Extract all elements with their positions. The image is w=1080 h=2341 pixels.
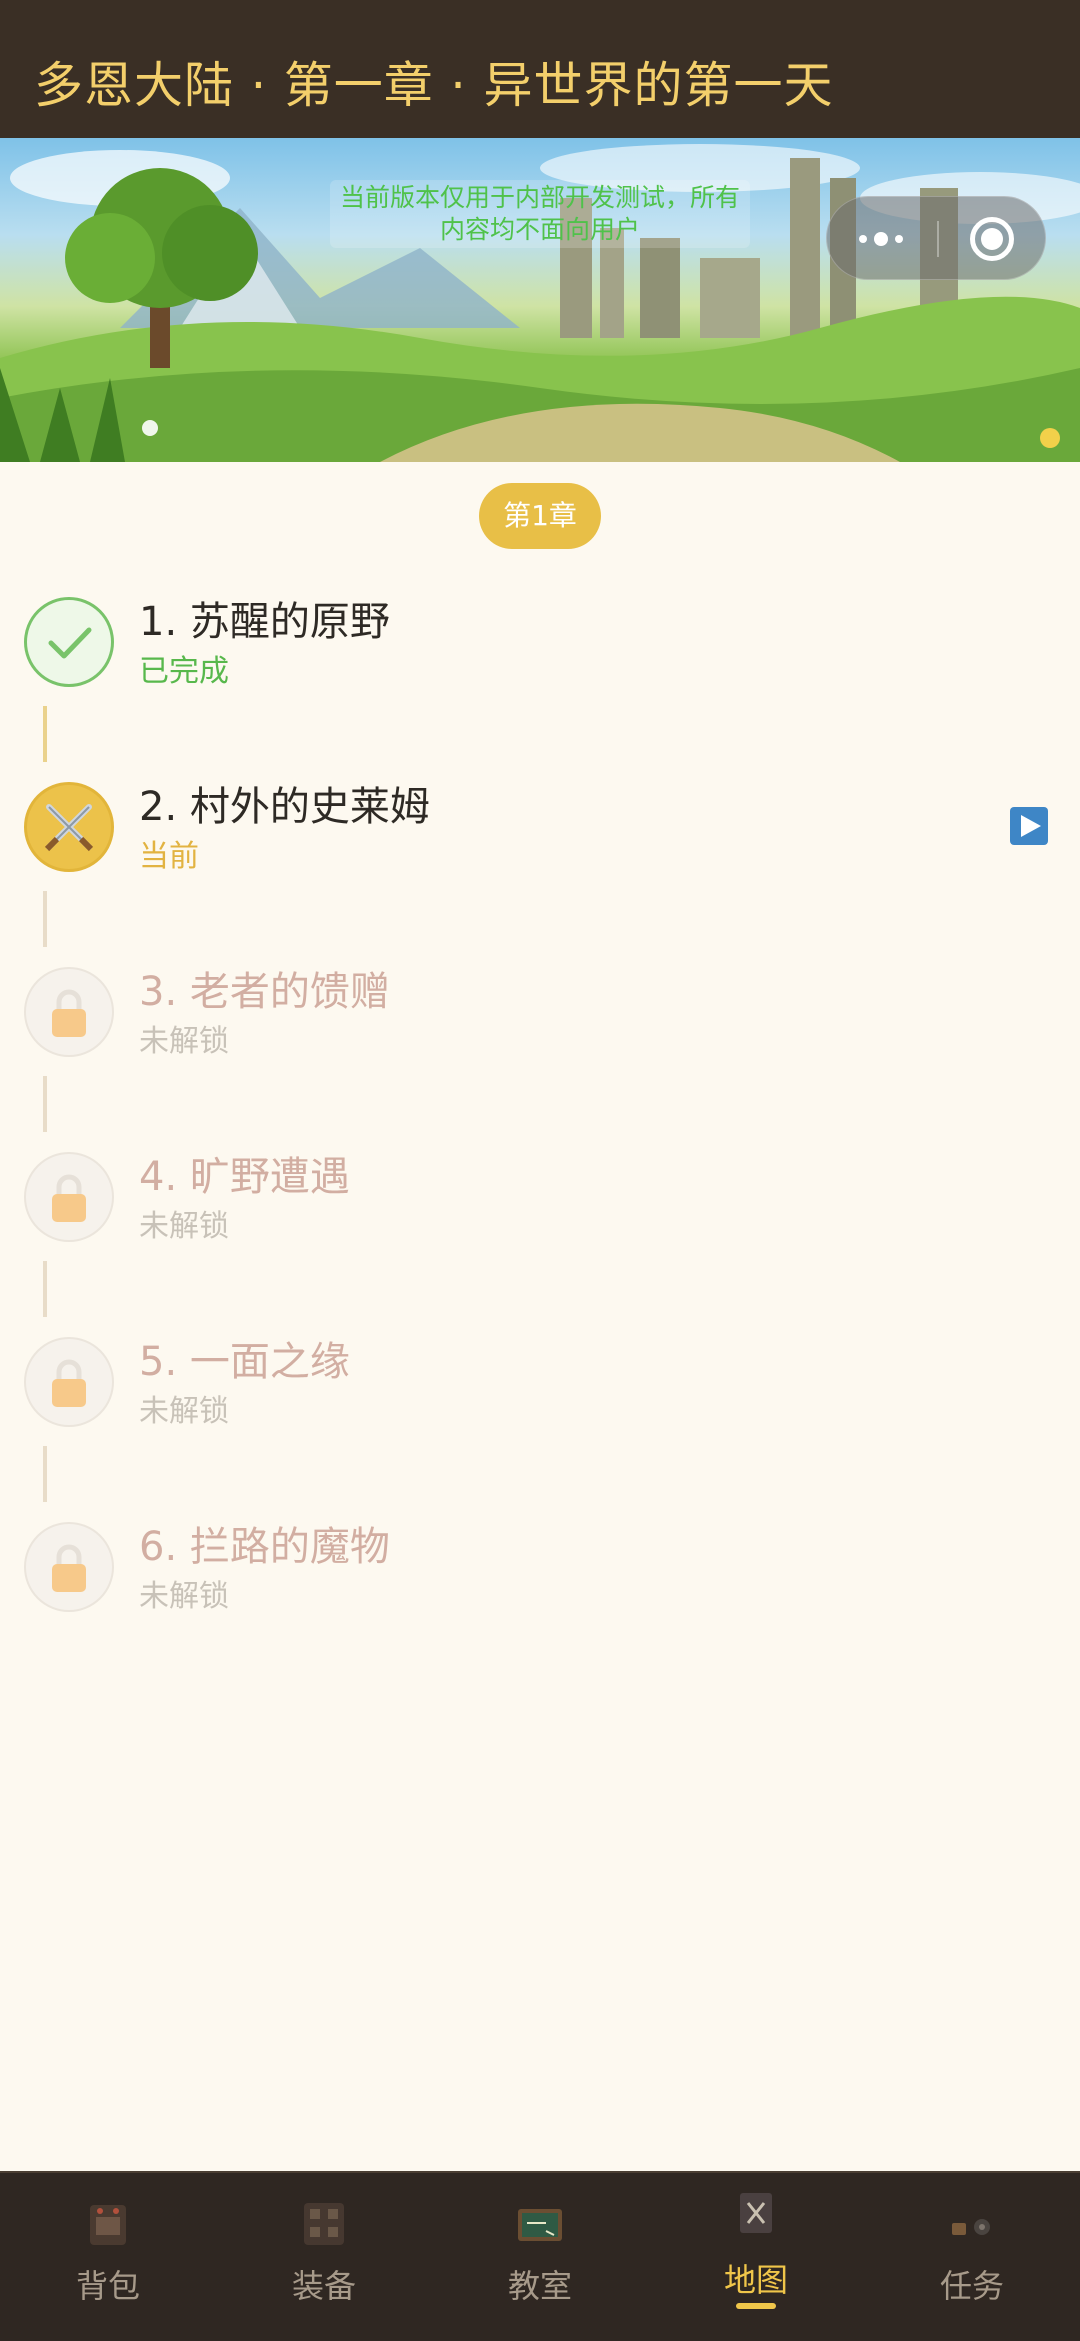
more-options-button[interactable] [827, 197, 937, 281]
chapter-banner: 当前版本仅用于内部开发测试，所有内容均不面向用户 [0, 138, 1080, 462]
backpack-icon [90, 2205, 126, 2245]
stage-title: 5. 一面之缘 [139, 1339, 350, 1385]
tab-label: 背包 [75, 2267, 140, 2305]
target-dot-icon [981, 228, 1003, 250]
equipment-icon [304, 2203, 344, 2245]
tab-equipment[interactable]: 装备 [216, 2173, 432, 2341]
stage-status-circle [24, 1337, 114, 1427]
map-page: 多恩大陆 · 第一章 · 异世界的第一天 当前版本仅用于内部开发测试，所有内容均… [0, 0, 1080, 2341]
play-triangle [1021, 815, 1041, 837]
tab-label: 地图 [723, 2261, 788, 2299]
check-icon [48, 627, 92, 659]
stage-title: 3. 老者的馈赠 [139, 969, 390, 1015]
tab-label: 任务 [939, 2267, 1004, 2305]
stage-status-circle [24, 1522, 114, 1612]
stage-item[interactable]: 4. 旷野遭遇 未解锁 [0, 1152, 1080, 1282]
stage-connector [43, 891, 47, 947]
stage-status: 未解锁 [139, 1024, 229, 1059]
stage-title: 1. 苏醒的原野 [139, 599, 390, 645]
stage-status-circle [24, 597, 114, 687]
stage-status-circle [24, 782, 114, 872]
tab-classroom[interactable]: 教室 [432, 2173, 648, 2341]
stage-item[interactable]: 1. 苏醒的原野 已完成 [0, 597, 1080, 727]
stage-status-circle [24, 1152, 114, 1242]
stage-status: 未解锁 [139, 1209, 229, 1244]
tab-backpack[interactable]: 背包 [0, 2173, 216, 2341]
close-mini-program-button[interactable] [937, 197, 1047, 281]
stage-connector [43, 706, 47, 762]
stage-status: 未解锁 [139, 1579, 229, 1614]
stage-status: 当前 [139, 839, 199, 874]
lock-icon [52, 1359, 86, 1407]
mini-program-capsule [826, 196, 1046, 280]
tab-quest[interactable]: 任务 [864, 2173, 1080, 2341]
stage-status: 已完成 [139, 654, 229, 689]
stage-status: 未解锁 [139, 1394, 229, 1429]
stage-connector [43, 1446, 47, 1502]
lock-icon [52, 1544, 86, 1592]
lock-icon [52, 989, 86, 1037]
crossed-swords-icon [44, 804, 94, 852]
chapter-badge[interactable]: 第1章 [479, 483, 601, 549]
lock-icon [52, 1174, 86, 1222]
stage-connector [43, 1076, 47, 1132]
quest-icon [952, 2219, 990, 2235]
stage-item[interactable]: 6. 拦路的魔物 未解锁 [0, 1522, 1080, 1652]
stage-title: 4. 旷野遭遇 [139, 1154, 350, 1200]
more-dot-icon [859, 235, 867, 243]
map-icon [740, 2193, 772, 2233]
stage-status-circle [24, 967, 114, 1057]
more-dot-icon [895, 235, 903, 243]
active-tab-indicator [736, 2303, 776, 2309]
chalkboard-icon [518, 2209, 562, 2241]
stage-item[interactable]: 5. 一面之缘 未解锁 [0, 1337, 1080, 1467]
stage-title: 6. 拦路的魔物 [139, 1524, 390, 1570]
more-dot-icon [874, 232, 888, 246]
tab-label: 装备 [291, 2267, 356, 2305]
stage-item[interactable]: 2. 村外的史莱姆 当前 [0, 782, 1080, 912]
tab-map[interactable]: 地图 [648, 2173, 864, 2341]
top-bar: 多恩大陆 · 第一章 · 异世界的第一天 [0, 0, 1080, 138]
stage-title: 2. 村外的史莱姆 [139, 784, 430, 830]
page-title: 多恩大陆 · 第一章 · 异世界的第一天 [34, 57, 834, 114]
dev-test-notice: 当前版本仅用于内部开发测试，所有内容均不面向用户 [330, 180, 750, 248]
bottom-tab-bar: 背包 装备 教室 地图 任务 [0, 2171, 1080, 2341]
stage-connector [43, 1261, 47, 1317]
play-arrow-icon[interactable] [1010, 807, 1048, 845]
stage-item[interactable]: 3. 老者的馈赠 未解锁 [0, 967, 1080, 1097]
tab-label: 教室 [507, 2267, 572, 2305]
